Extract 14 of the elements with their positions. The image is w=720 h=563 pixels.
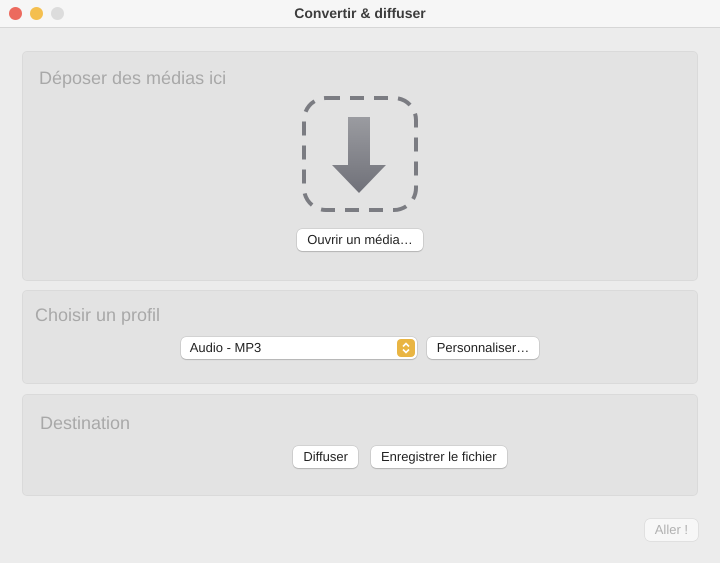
destination-button[interactable]: Diffuser [293, 446, 358, 468]
panel-heading: Destination [40, 412, 130, 435]
window-title: Convertir & diffuser [293, 4, 427, 23]
close-button[interactable] [9, 7, 22, 20]
customize-button[interactable]: Personnaliser… [426, 337, 540, 359]
panel-heading: Choisir un profil [35, 304, 160, 327]
open-media-button[interactable]: Ouvrir un média… [297, 229, 423, 251]
panel-heading: Déposer des médias ici [39, 67, 226, 90]
profile-select[interactable]: Audio - MP3 [180, 337, 417, 359]
chevron-icon [396, 339, 415, 357]
destination-button[interactable]: Enregistrer le fichier [370, 446, 507, 468]
select-value: Audio - MP3 [190, 339, 262, 358]
zoom-button[interactable] [51, 7, 64, 20]
minimize-button[interactable] [30, 7, 43, 20]
